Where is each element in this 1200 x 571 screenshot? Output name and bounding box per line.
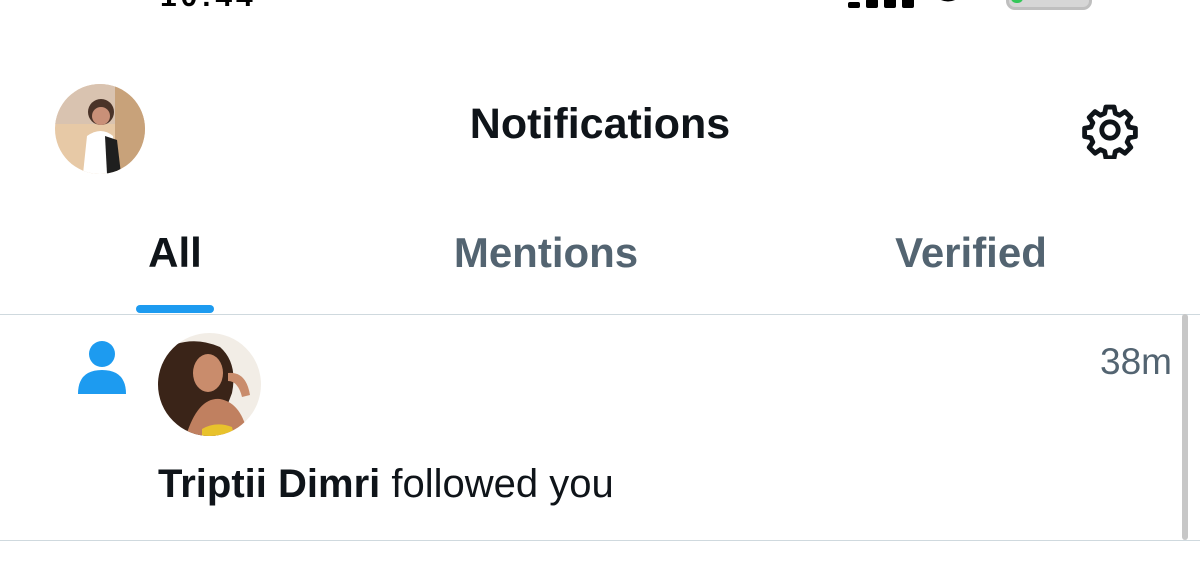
tab-label: Verified [895,229,1047,276]
notification-text: Triptii Dimri followed you [158,462,614,507]
signal-icon [848,0,918,8]
tab-label: Mentions [453,229,639,276]
follower-name[interactable]: Triptii Dimri [158,462,380,506]
follower-avatar[interactable] [158,333,261,436]
scrollbar[interactable] [1182,314,1188,540]
page-title: Notifications [469,100,731,148]
notification-timestamp: 38m [1100,341,1172,382]
notification-divider [0,540,1200,541]
gear-icon [1082,104,1138,159]
battery-icon [1006,0,1092,10]
notifications-screen: 10:44 Notifications [0,0,1200,571]
active-tab-indicator [136,305,214,313]
wifi-icon [928,0,968,4]
notification-action: followed you [380,462,614,506]
tab-verified[interactable]: Verified [870,200,1072,314]
tab-mentions[interactable]: Mentions [430,200,662,314]
person-icon [76,340,128,394]
status-time: 10:44 [160,0,257,14]
tab-all[interactable]: All [110,200,240,314]
notification-tabs: All Mentions Verified [0,200,1200,314]
tab-label: All [148,229,202,276]
settings-button[interactable] [1078,100,1142,160]
